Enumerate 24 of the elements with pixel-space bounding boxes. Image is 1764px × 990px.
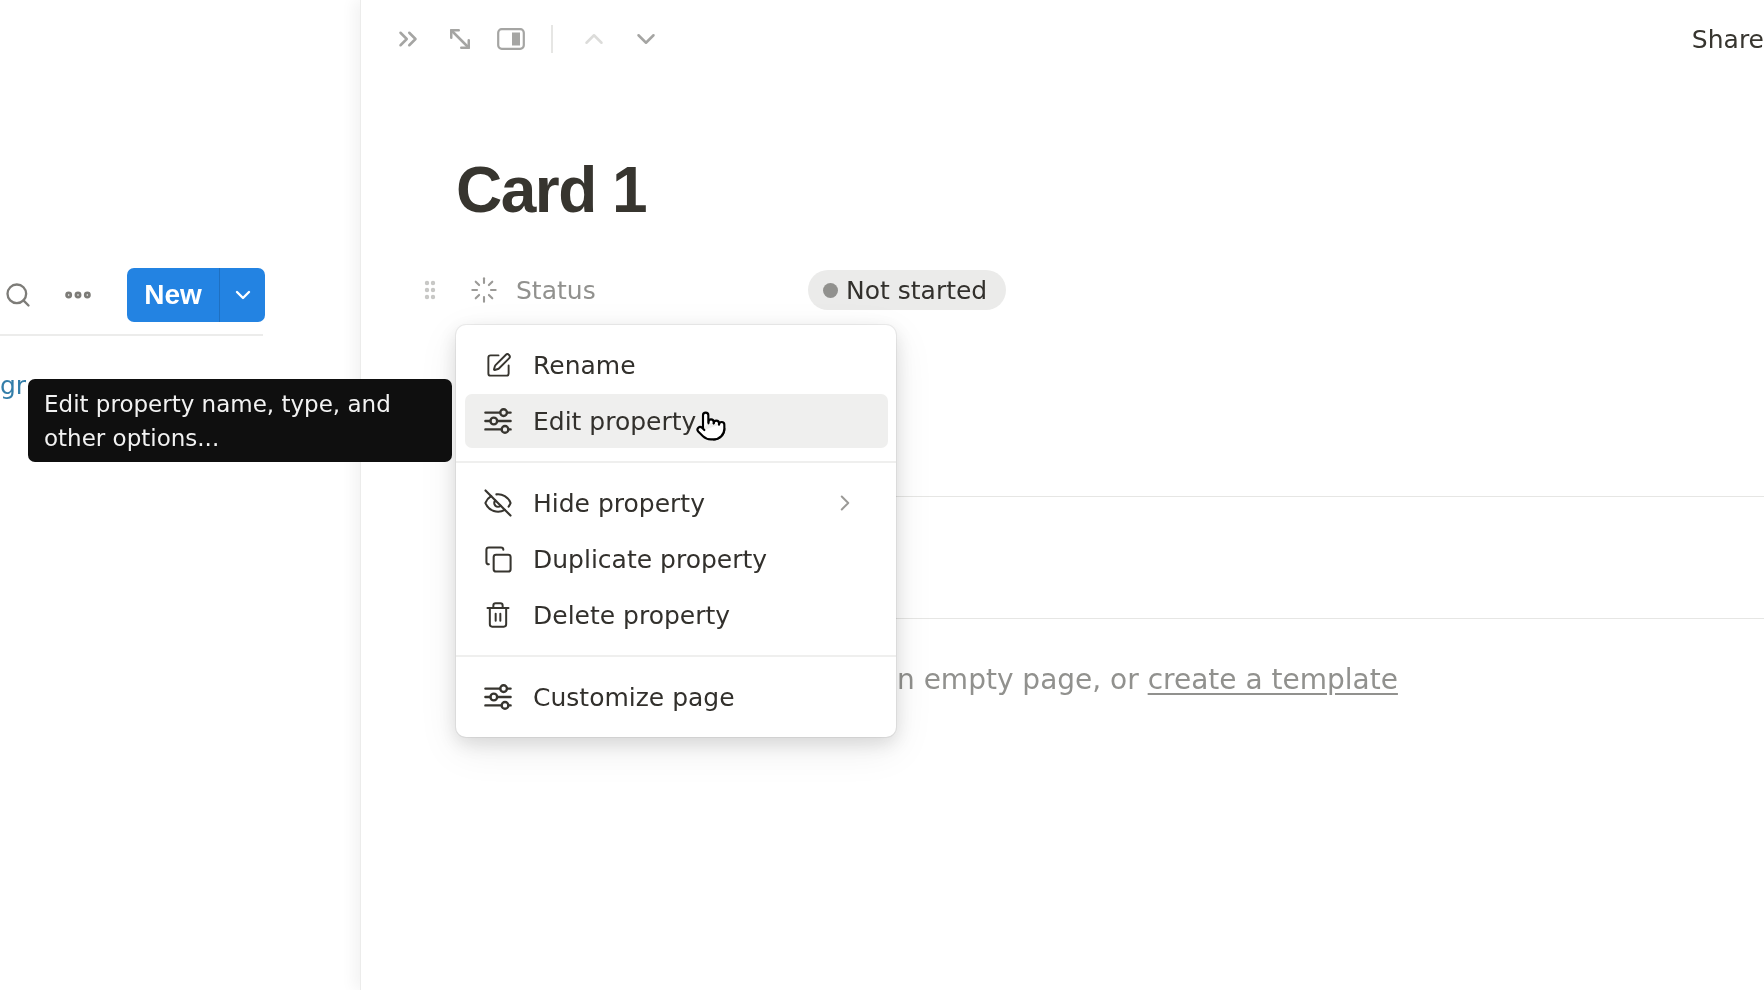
- empty-page-hint: n empty page, or create a template: [897, 662, 1398, 698]
- pencil-square-icon: [484, 351, 512, 379]
- menu-item[interactable]: Delete property: [465, 588, 888, 642]
- eye-slash-icon: [483, 488, 513, 518]
- page-link[interactable]: gr: [0, 370, 27, 402]
- share-button[interactable]: Share: [1691, 24, 1764, 54]
- status-select[interactable]: Not started: [808, 270, 1007, 310]
- sliders-icon: [484, 408, 512, 434]
- page-title: Card 1: [456, 153, 647, 228]
- side-panel-icon[interactable]: [497, 28, 525, 50]
- copy-icon: [483, 544, 513, 574]
- trash-icon: [484, 601, 512, 629]
- new-options-button[interactable]: [219, 268, 265, 322]
- menu-item[interactable]: Customize page: [465, 670, 888, 724]
- sliders-icon: [484, 684, 512, 710]
- loader-icon: [470, 276, 498, 304]
- menu-item[interactable]: Edit property: [465, 394, 888, 448]
- tooltip: Edit property name, type, and other options...: [28, 379, 452, 462]
- hand-cursor-icon: [695, 410, 727, 442]
- menu-item[interactable]: Rename: [465, 338, 888, 392]
- menu-item[interactable]: Duplicate property: [465, 532, 888, 586]
- search-icon[interactable]: [4, 281, 32, 309]
- menu-item[interactable]: Hide property: [465, 476, 888, 530]
- new-button[interactable]: New: [127, 268, 219, 322]
